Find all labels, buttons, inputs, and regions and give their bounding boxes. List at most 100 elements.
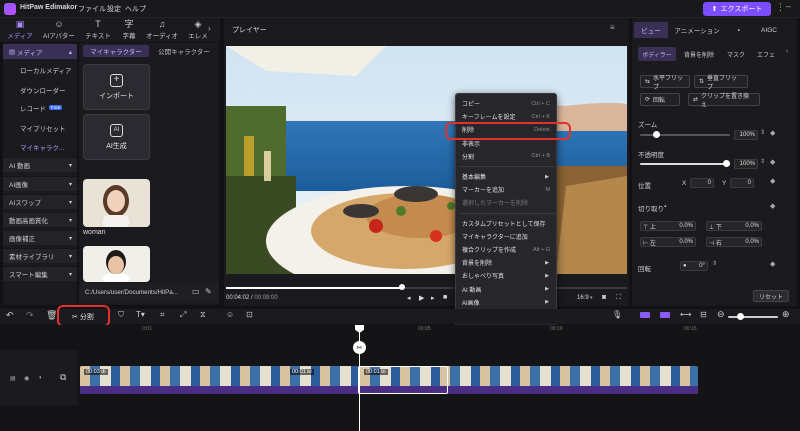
zoom-value[interactable]: 100%: [734, 130, 758, 140]
ai-generate-card[interactable]: AI AI生成: [83, 114, 150, 160]
chevron-up-icon[interactable]: ▴: [664, 203, 667, 209]
scissors-icon[interactable]: ✂: [353, 341, 366, 354]
crop-tool-icon[interactable]: ⌗: [160, 310, 165, 320]
redo-icon[interactable]: ↷: [26, 310, 34, 321]
visibility-icon[interactable]: ◉: [24, 375, 29, 382]
link-icon[interactable]: [660, 312, 670, 318]
tab-my-character[interactable]: マイキャラクター: [83, 45, 149, 57]
folder-open-icon[interactable]: ▭: [192, 287, 200, 296]
delete-icon[interactable]: 🗑: [46, 310, 57, 321]
subtab-effect[interactable]: エフェ: [752, 47, 780, 61]
menu-kebab-icon[interactable]: ⋮: [776, 2, 785, 13]
context-menu-item[interactable]: マーカーを追加 M: [456, 183, 556, 196]
character-thumbnail-woman[interactable]: [83, 179, 150, 227]
subtab-remove-bg[interactable]: 背景を削除: [678, 47, 720, 61]
menu-settings[interactable]: 設定: [107, 4, 121, 14]
context-menu-item[interactable]: 背景を削除 ▶: [456, 256, 556, 269]
microphone-icon[interactable]: 🎙: [612, 310, 622, 319]
stepper-icon[interactable]: ⇕: [760, 129, 765, 136]
prev-frame-icon[interactable]: ◂: [407, 294, 411, 302]
context-menu-item[interactable]: AI 動画 ▶: [456, 283, 556, 296]
stop-icon[interactable]: ■: [443, 294, 447, 301]
sidebar-group-ai-image[interactable]: AI画像 ▾: [3, 176, 77, 191]
sidebar-item-record[interactable]: レコード Free: [3, 100, 77, 115]
context-menu-item[interactable]: 分割 Ctrl + B: [456, 150, 556, 163]
context-menu-item[interactable]: コピー Ctrl + C: [456, 97, 556, 110]
zoom-out-icon[interactable]: ⊖: [717, 309, 725, 320]
opacity-slider[interactable]: [640, 163, 730, 165]
replace-clip-button[interactable]: ⇄ クリップを置き換え: [688, 93, 760, 109]
timeline-zoom-slider[interactable]: [728, 316, 778, 318]
context-menu-item[interactable]: 基本編集 ▶: [456, 170, 556, 183]
subtab-body[interactable]: ボディラー: [638, 47, 676, 61]
fullscreen-icon[interactable]: ⛶: [616, 294, 621, 302]
opacity-value[interactable]: 100%: [734, 159, 758, 169]
marker-icon[interactable]: ⛉: [118, 310, 124, 320]
palette-icon[interactable]: ◔: [732, 22, 744, 38]
sidebar-group-ai-swap[interactable]: AIスワップ ▾: [3, 194, 77, 209]
tab-animation[interactable]: アニメーション: [672, 22, 722, 38]
flip-horizontal-button[interactable]: ⇆ 水平フリップ: [640, 75, 690, 91]
context-menu-item[interactable]: おしゃべり写真 ▶: [456, 269, 556, 282]
tab-public-character[interactable]: 公開キャラクター: [151, 45, 217, 57]
tab-audio[interactable]: ♫ オーディオ: [144, 18, 180, 42]
keyframe-icon[interactable]: ◆: [770, 158, 775, 166]
reset-button[interactable]: リセット: [753, 290, 789, 302]
crop-top-field[interactable]: ⊤ 上 0.0%: [640, 221, 696, 231]
sidebar-group-library[interactable]: 素材ライブラリ ▾: [3, 248, 77, 263]
next-frame-icon[interactable]: ▸: [431, 294, 435, 302]
keyframe-icon[interactable]: ◆: [770, 129, 775, 137]
opacity-slider-knob[interactable]: [723, 160, 730, 167]
context-menu-item[interactable]: カスタムプリセットとして保存: [456, 217, 556, 230]
avatar-tool-icon[interactable]: ☺: [226, 310, 234, 319]
freeze-icon[interactable]: ⊡: [246, 310, 253, 319]
edit-icon[interactable]: ✎: [205, 287, 212, 296]
video-preview[interactable]: [226, 46, 627, 274]
import-card[interactable]: + インポート: [83, 64, 150, 110]
sidebar-item-my-character[interactable]: マイキャラク...: [3, 139, 77, 154]
close-window-icon[interactable]: –: [786, 1, 791, 11]
sidebar-group-image-fix[interactable]: 画像補正 ▾: [3, 230, 77, 245]
keyframe-icon[interactable]: ◆: [770, 260, 775, 268]
fit-icon[interactable]: ⟷: [680, 310, 691, 319]
undo-icon[interactable]: ↶: [6, 310, 14, 321]
player-menu-icon[interactable]: ≡: [610, 23, 615, 32]
transform-icon[interactable]: ⤢: [180, 310, 186, 320]
mirror-icon[interactable]: ⧖: [200, 310, 206, 320]
character-thumbnail-man[interactable]: [83, 246, 150, 282]
tab-ai-avatar[interactable]: ☺ AIアバター: [41, 18, 77, 42]
keyframe-icon[interactable]: ◆: [770, 202, 775, 210]
sidebar-item-local-media[interactable]: ローカルメディア: [3, 62, 77, 77]
zoom-in-icon[interactable]: ⊕: [782, 309, 790, 320]
flip-vertical-button[interactable]: ⇅ 垂直フリップ: [694, 75, 748, 91]
mute-icon[interactable]: ◑: [38, 375, 42, 381]
crop-left-field[interactable]: ⊢ 左 0.0%: [640, 237, 696, 247]
selected-clip-outline[interactable]: [358, 366, 448, 394]
sidebar-media[interactable]: ▤ メディア ▴: [3, 44, 77, 59]
x-field[interactable]: 0: [690, 178, 714, 188]
tab-subtitle[interactable]: 字字幕: [111, 18, 147, 42]
lock-icon[interactable]: ▤: [10, 375, 16, 382]
tabs-next-icon[interactable]: ›: [208, 24, 211, 33]
sidebar-item-downloader[interactable]: ダウンローダー: [3, 82, 77, 97]
snapshot-icon[interactable]: ◙: [602, 294, 606, 301]
sidebar-group-smart-edit[interactable]: スマート編集 ▾: [3, 266, 77, 281]
sidebar-group-enhance-video[interactable]: 動画高画質化 ▾: [3, 212, 77, 227]
zoom-slider-knob[interactable]: [653, 131, 660, 138]
tab-media[interactable]: ▣ メディア: [2, 18, 38, 42]
menu-file[interactable]: ファイル: [78, 4, 106, 14]
stepper-icon[interactable]: ⇕: [712, 260, 717, 267]
magnet-icon[interactable]: ⊟: [700, 310, 707, 319]
crop-bottom-field[interactable]: ⊥ 下 0.0%: [706, 221, 762, 231]
sidebar-group-ai-video[interactable]: AI 動画 ▾: [3, 157, 77, 172]
timeline-zoom-knob[interactable]: [737, 313, 744, 320]
export-button[interactable]: ⬆ エクスポート: [703, 2, 771, 16]
subtab-mask[interactable]: マスク: [724, 47, 748, 61]
context-menu-item[interactable]: 複合クリップを作成 Alt + G: [456, 243, 556, 256]
stepper-icon[interactable]: ⇕: [760, 158, 765, 165]
rotate-button[interactable]: ⟳ 回転: [640, 93, 680, 106]
chevron-right-icon[interactable]: ›: [786, 49, 788, 55]
tab-aigc[interactable]: AIGC: [755, 22, 783, 38]
tab-view[interactable]: ビュー: [634, 22, 668, 38]
context-menu-item[interactable]: AI画像 ▶: [456, 296, 556, 309]
